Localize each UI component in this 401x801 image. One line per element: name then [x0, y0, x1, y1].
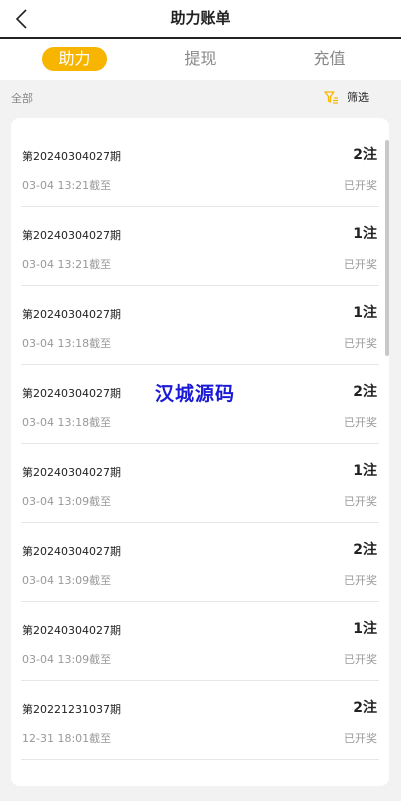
records-list: 第20240304027期 03-04 13:21截至 2注 已开奖 第2024…: [21, 128, 379, 760]
record-status: 已开奖: [344, 495, 377, 508]
record-count: 2注: [353, 700, 377, 716]
filter-all-label[interactable]: 全部: [11, 90, 33, 106]
record-count: 2注: [353, 384, 377, 400]
record-count: 1注: [353, 305, 377, 321]
record-count: 2注: [353, 542, 377, 558]
record-period: 第20240304027期: [22, 387, 121, 400]
tab-bar: 助力 提现 充值: [0, 39, 401, 80]
record-period: 第20240304027期: [22, 545, 121, 558]
record-period: 第20240304027期: [22, 229, 121, 242]
watermark: 汉城源码: [155, 383, 236, 405]
record-period: 第20240304027期: [22, 466, 121, 479]
record-deadline: 03-04 13:09截至: [22, 495, 112, 508]
filter-bar: 全部 筛选: [0, 80, 401, 116]
filter-icon: [324, 90, 338, 104]
list-item[interactable]: 第20240304027期 03-04 13:09截至 2注 已开奖: [21, 523, 379, 602]
filter-label: 筛选: [347, 91, 369, 104]
record-status: 已开奖: [344, 416, 377, 429]
record-deadline: 03-04 13:21截至: [22, 179, 112, 192]
tab-withdraw[interactable]: 提现: [168, 47, 233, 71]
record-status: 已开奖: [344, 337, 377, 350]
page-title: 助力账单: [170, 9, 231, 27]
record-period: 第20240304027期: [22, 308, 121, 321]
record-status: 已开奖: [344, 258, 377, 271]
list-item[interactable]: 第20240304027期 03-04 13:21截至 1注 已开奖: [21, 207, 379, 286]
tab-recharge[interactable]: 充值: [297, 47, 362, 71]
record-period: 第20240304027期: [22, 150, 121, 163]
record-period: 第20240304027期: [22, 624, 121, 637]
record-deadline: 12-31 18:01截至: [22, 732, 112, 745]
list-item[interactable]: 第20240304027期 03-04 13:21截至 2注 已开奖: [21, 128, 379, 207]
record-status: 已开奖: [344, 574, 377, 587]
header: 助力账单: [0, 0, 401, 39]
record-count: 1注: [353, 463, 377, 479]
record-count: 2注: [353, 147, 377, 163]
record-deadline: 03-04 13:18截至: [22, 337, 112, 350]
record-status: 已开奖: [344, 653, 377, 666]
records-card: 第20240304027期 03-04 13:21截至 2注 已开奖 第2024…: [11, 118, 389, 786]
record-period: 第20221231037期: [22, 703, 121, 716]
filter-button[interactable]: 筛选: [324, 89, 369, 105]
record-status: 已开奖: [344, 179, 377, 192]
list-item[interactable]: 第20221231037期 12-31 18:01截至 2注 已开奖: [21, 681, 379, 760]
list-item[interactable]: 第20240304027期 03-04 13:09截至 1注 已开奖: [21, 602, 379, 681]
record-status: 已开奖: [344, 732, 377, 745]
list-item[interactable]: 第20240304027期 03-04 13:09截至 1注 已开奖: [21, 444, 379, 523]
scrollbar[interactable]: [385, 140, 389, 356]
record-deadline: 03-04 13:21截至: [22, 258, 112, 271]
tab-assist[interactable]: 助力: [42, 47, 107, 71]
record-deadline: 03-04 13:09截至: [22, 574, 112, 587]
record-deadline: 03-04 13:09截至: [22, 653, 112, 666]
list-item[interactable]: 第20240304027期 03-04 13:18截至 1注 已开奖: [21, 286, 379, 365]
record-count: 1注: [353, 621, 377, 637]
record-count: 1注: [353, 226, 377, 242]
record-deadline: 03-04 13:18截至: [22, 416, 112, 429]
